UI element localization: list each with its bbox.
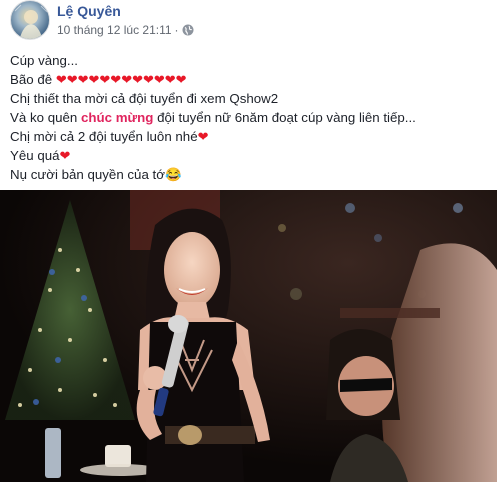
line-text: Bão đê (10, 72, 56, 87)
line-text: Yêu quá (10, 148, 60, 163)
post-header: Lệ Quyên 10 tháng 12 lúc 21:11 · (10, 0, 490, 40)
post-line: Và ko quên chúc mừng đội tuyển nữ 6năm đ… (10, 108, 490, 127)
laughing-emoji: 😂 (164, 167, 182, 182)
post-line: Chị thiết tha mời cả đội tuyển đi xem Qs… (10, 89, 490, 108)
post-photo[interactable] (0, 190, 497, 482)
line-text: Chị mời cả 2 đội tuyển luôn nhé (10, 129, 198, 144)
facebook-post: Lệ Quyên 10 tháng 12 lúc 21:11 · Cúp vàn… (0, 0, 497, 482)
post-line: Bão đê ❤❤❤❤❤❤❤❤❤❤❤❤ (10, 70, 490, 89)
heart-emoji: ❤ (197, 129, 209, 144)
post-text: Cúp vàng... Bão đê ❤❤❤❤❤❤❤❤❤❤❤❤ Chị thiế… (10, 51, 490, 184)
post-line: Cúp vàng... (10, 51, 490, 70)
globe-icon[interactable] (182, 24, 194, 36)
author-avatar[interactable] (10, 0, 50, 40)
line-text: Cúp vàng... (10, 53, 79, 68)
author-name[interactable]: Lệ Quyên (57, 3, 121, 19)
line-text: Và ko quên (10, 110, 81, 125)
post-line: Chị mời cả 2 đội tuyển luôn nhé❤ (10, 127, 490, 146)
line-text: đội tuyển nữ 6năm đoạt cúp vàng liên tiế… (153, 110, 416, 125)
meta-separator: · (174, 23, 179, 37)
line-text: Nụ cười bản quyền của tớ (10, 167, 165, 182)
heart-emoji: ❤ (59, 148, 71, 163)
hashtag-highlight[interactable]: chúc mừng (81, 110, 153, 125)
post-line: Nụ cười bản quyền của tớ😂 (10, 165, 490, 184)
line-text: Chị thiết tha mời cả đội tuyển đi xem Qs… (10, 91, 279, 106)
heart-emoji-row: ❤❤❤❤❤❤❤❤❤❤❤❤ (55, 72, 187, 87)
post-line: Yêu quá❤ (10, 146, 490, 165)
post-timestamp[interactable]: 10 tháng 12 lúc 21:11 (57, 23, 172, 37)
post-meta: 10 tháng 12 lúc 21:11 · (57, 23, 194, 37)
photo-illustration (0, 190, 497, 482)
